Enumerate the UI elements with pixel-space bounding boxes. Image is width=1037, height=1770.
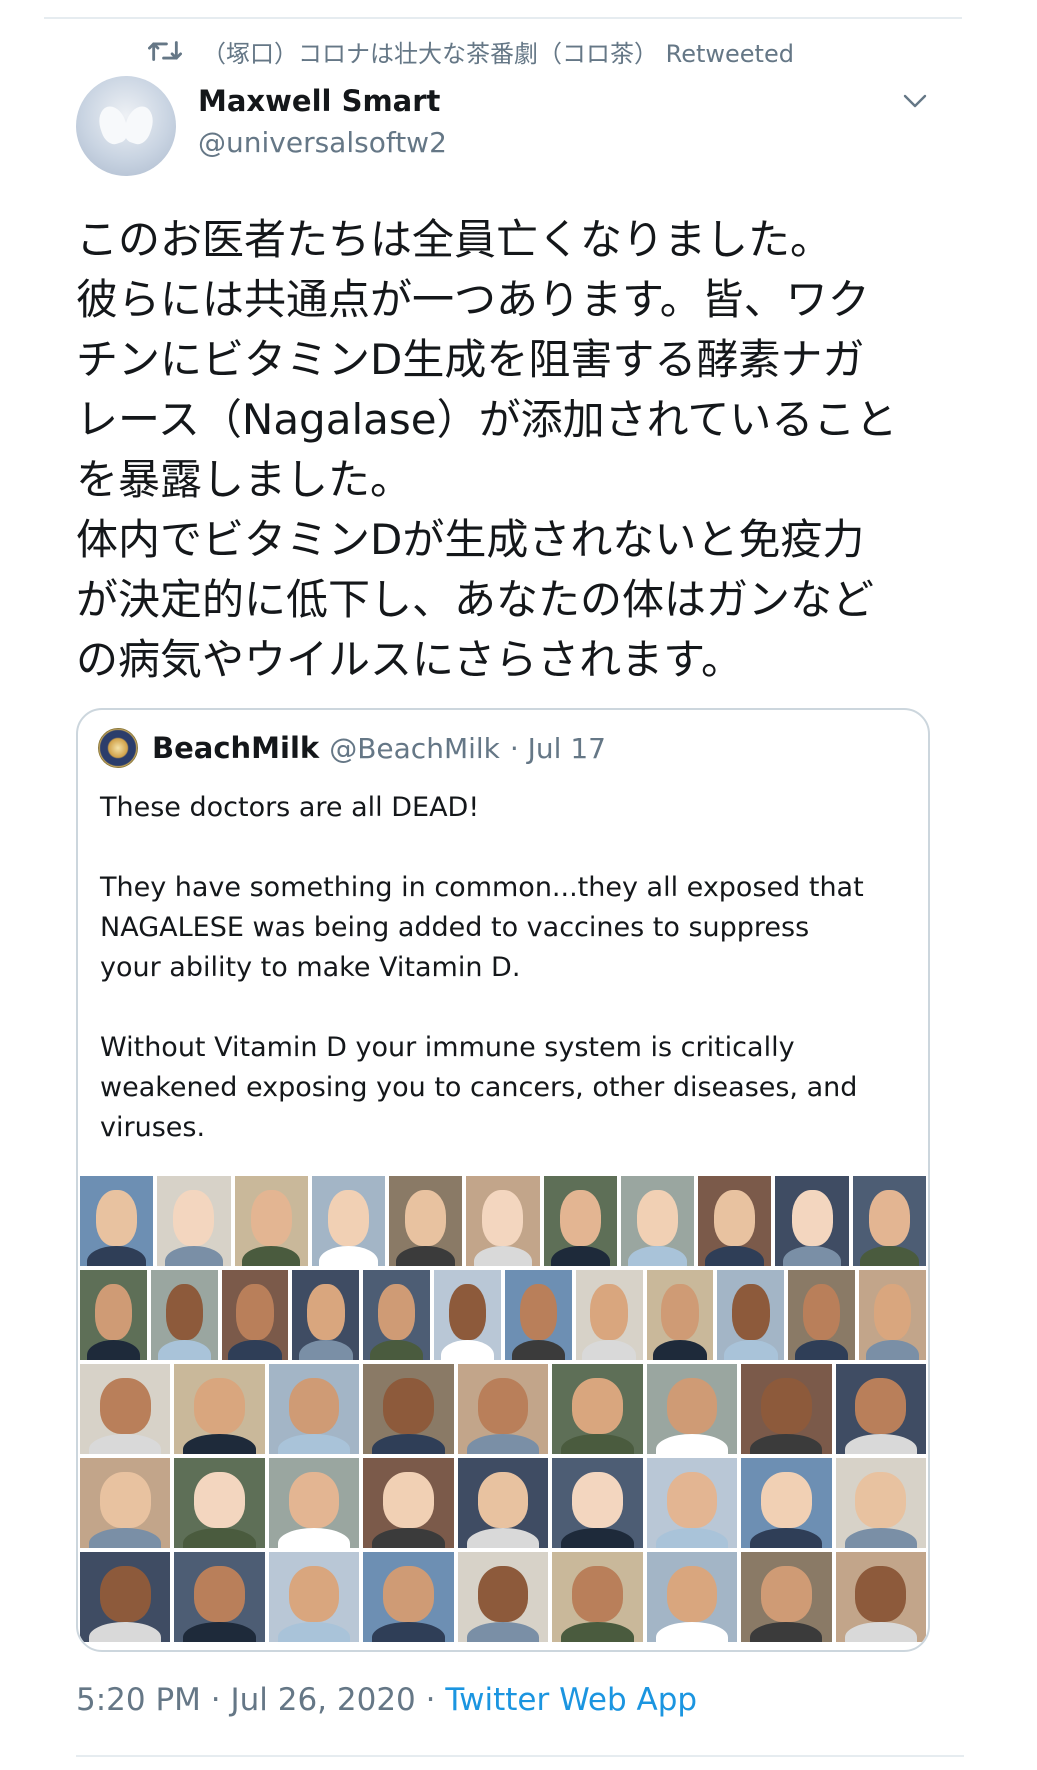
- author-avatar[interactable]: [76, 76, 176, 176]
- doctor-photo: [775, 1176, 849, 1266]
- doctor-photo: [852, 1176, 926, 1266]
- photo-row: [80, 1364, 926, 1454]
- author-handle[interactable]: @universalsoftw2: [198, 126, 447, 159]
- quoted-line: NAGALESE was being added to vaccines to …: [100, 912, 810, 943]
- doctor-photo: [620, 1176, 695, 1266]
- doctor-photo: [646, 1552, 738, 1642]
- doctor-photo: [543, 1176, 617, 1266]
- quoted-line: These doctors are all DEAD!: [100, 792, 480, 823]
- tweet-text: このお医者たちは全員亡くなりました。 彼らには共通点が一つあります。皆、ワク チ…: [76, 210, 956, 690]
- doctor-photo: [363, 1552, 454, 1642]
- doctor-photo: [292, 1270, 360, 1360]
- quoted-author-handle[interactable]: @BeachMilk: [329, 732, 500, 765]
- retweet-label: （塚口）コロナは壮大な茶番劇（コロ茶） Retweeted: [202, 39, 794, 68]
- doctor-photo: [741, 1458, 832, 1548]
- doctor-photo: [174, 1458, 265, 1548]
- doctor-photo: [157, 1176, 231, 1266]
- doctor-photo: [150, 1270, 218, 1360]
- retweet-context[interactable]: （塚口）コロナは壮大な茶番劇（コロ茶） Retweeted: [148, 34, 794, 68]
- doctor-photo: [552, 1364, 643, 1454]
- doctor-photo: [363, 1270, 431, 1360]
- doctor-photo: [80, 1552, 171, 1642]
- tweet-line: チンにビタミンD生成を阻害する酵素ナガ: [76, 335, 865, 384]
- doctor-photo: [741, 1552, 832, 1642]
- doctor-photo: [268, 1458, 360, 1548]
- doctor-photo: [504, 1270, 572, 1360]
- doctor-photo: [466, 1176, 540, 1266]
- doctor-photo: [457, 1552, 549, 1642]
- quoted-line: viruses.: [100, 1112, 206, 1143]
- doctor-photo: [552, 1552, 643, 1642]
- bottom-divider: [76, 1755, 964, 1757]
- quoted-tweet-date[interactable]: · Jul 17: [510, 732, 606, 765]
- doctor-photo: [221, 1270, 289, 1360]
- doctor-photo: [859, 1270, 926, 1360]
- doctor-photo: [575, 1270, 643, 1360]
- quoted-tweet[interactable]: BeachMilk @BeachMilk · Jul 17 These doct…: [76, 708, 930, 1652]
- doctor-photo: [835, 1458, 926, 1548]
- doctor-photo: [80, 1364, 171, 1454]
- doctors-photo-collage[interactable]: [80, 1176, 926, 1648]
- doctor-photo: [311, 1176, 386, 1266]
- doctor-photo: [552, 1458, 643, 1548]
- doctor-photo: [268, 1364, 360, 1454]
- quoted-line: Without Vitamin D your immune system is …: [100, 1032, 795, 1063]
- quoted-line: weakened exposing you to cancers, other …: [100, 1072, 858, 1103]
- top-divider: [44, 17, 962, 19]
- quoted-line: They have something in common...they all…: [100, 872, 864, 903]
- doctor-photo: [646, 1458, 738, 1548]
- tweet-line: の病気やウイルスにさらされます。: [76, 635, 743, 684]
- doctor-photo: [389, 1176, 463, 1266]
- quoted-tweet-header: BeachMilk @BeachMilk · Jul 17: [98, 728, 606, 768]
- author-name[interactable]: Maxwell Smart: [198, 84, 440, 118]
- quoted-author-name[interactable]: BeachMilk: [152, 731, 319, 765]
- doctor-photo: [788, 1270, 856, 1360]
- doctor-photo: [646, 1270, 714, 1360]
- doctor-photo: [363, 1458, 454, 1548]
- doctor-photo: [80, 1176, 154, 1266]
- quoted-author-avatar[interactable]: [98, 728, 138, 768]
- doctor-photo: [80, 1458, 171, 1548]
- tweet-line: が決定的に低下し、あなたの体はガンなど: [76, 575, 875, 624]
- retweet-icon: [148, 36, 182, 66]
- photo-row: [80, 1176, 926, 1266]
- photo-row: [80, 1552, 926, 1642]
- doctor-photo: [234, 1176, 308, 1266]
- doctor-photo: [363, 1364, 454, 1454]
- tweet-line: 体内でビタミンDが生成されないと免疫力: [76, 515, 865, 564]
- quoted-line: your ability to make Vitamin D.: [100, 952, 521, 983]
- tweet-source-link[interactable]: Twitter Web App: [445, 1682, 697, 1718]
- doctor-photo: [268, 1552, 360, 1642]
- doctor-photo: [835, 1552, 926, 1642]
- tweet-line: このお医者たちは全員亡くなりました。: [76, 215, 833, 264]
- doctor-photo: [698, 1176, 772, 1266]
- photo-row: [80, 1270, 926, 1360]
- doctor-photo: [717, 1270, 785, 1360]
- doctor-photo: [457, 1364, 549, 1454]
- tweet-line: を暴露しました。: [76, 455, 413, 504]
- doctor-photo: [646, 1364, 738, 1454]
- quoted-tweet-text: These doctors are all DEAD! They have so…: [100, 788, 920, 1148]
- tweet-line: レース（Nagalase）が添加されていること: [76, 395, 898, 444]
- doctor-photo: [835, 1364, 926, 1454]
- doctor-photo: [434, 1270, 501, 1360]
- tweet-timestamp-row: 5:20 PM · Jul 26, 2020 · Twitter Web App: [76, 1682, 697, 1718]
- doctor-photo: [174, 1364, 265, 1454]
- doctor-photo: [174, 1552, 265, 1642]
- tweet-line: 彼らには共通点が一つあります。皆、ワク: [76, 275, 870, 324]
- doctor-photo: [457, 1458, 549, 1548]
- tweet-timestamp[interactable]: 5:20 PM · Jul 26, 2020 ·: [76, 1682, 445, 1718]
- chevron-down-icon[interactable]: [898, 84, 932, 118]
- doctor-photo: [741, 1364, 832, 1454]
- photo-row: [80, 1458, 926, 1548]
- doctor-photo: [80, 1270, 147, 1360]
